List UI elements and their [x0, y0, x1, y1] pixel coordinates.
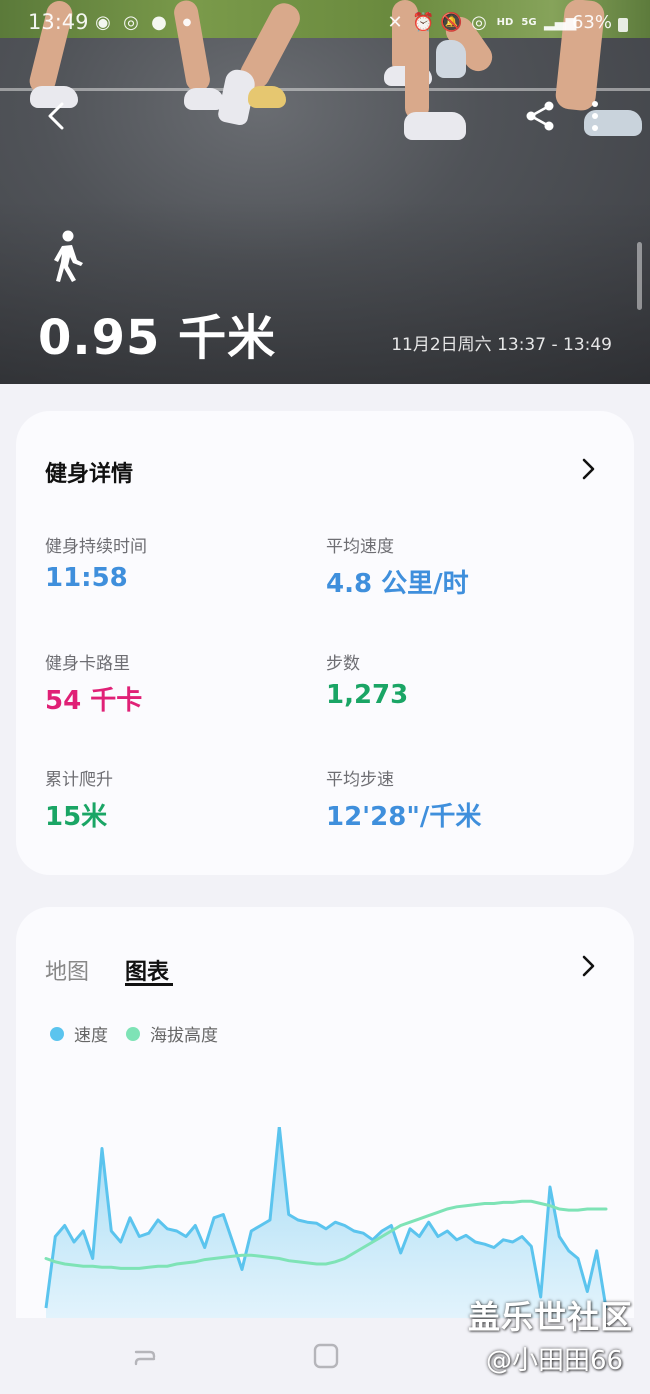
runner-shoe [404, 112, 466, 140]
battery-level: 63% [571, 12, 612, 33]
weibo-icon: ◎ [123, 12, 139, 33]
signal-icon: ▂▄▆ [543, 15, 577, 31]
legend-dot-speed [50, 1026, 64, 1041]
scroll-indicator[interactable] [637, 242, 642, 310]
steps-value: 1,273 [326, 680, 409, 710]
status-bar: 13:49 ◉ ◎ ● ● ✕ ⏰ 🔕 ◎ HD 5G ▂▄▆ 63% [0, 8, 650, 40]
elevation-gain-value: 15米 [45, 802, 108, 832]
tab-map[interactable]: 地图 [45, 954, 89, 986]
account-icon: ● [151, 12, 167, 33]
avg-speed-value: 4.8 公里/时 [326, 569, 469, 599]
duration-label: 健身持续时间 [45, 537, 147, 557]
battery-icon [618, 18, 628, 32]
watermark-author: @小田田66 [486, 1346, 624, 1376]
status-system-icons: ✕ ⏰ 🔕 ◎ HD 5G ▂▄▆ 63% [384, 12, 628, 34]
workout-time-range: 11月2日周六 13:37 - 13:49 [391, 335, 612, 355]
legend-label-elevation: 海拔高度 [150, 1026, 218, 1046]
app-notification-icon: ◉ [95, 12, 111, 33]
tab-chart[interactable]: 图表 [125, 954, 169, 986]
silent-icon: 🔕 [439, 12, 463, 33]
hero-track-line [0, 88, 650, 91]
home-icon[interactable] [312, 1342, 340, 1370]
more-options-icon[interactable] [580, 98, 610, 134]
details-title: 健身详情 [45, 462, 134, 487]
hero-banner: 13:49 ◉ ◎ ● ● ✕ ⏰ 🔕 ◎ HD 5G ▂▄▆ 63% 0.95… [0, 0, 650, 384]
dot-icon: ● [182, 17, 192, 28]
alarm-icon: ⏰ [411, 12, 435, 33]
legend-label-speed: 速度 [74, 1026, 108, 1046]
legend-item-speed: 速度 [50, 1021, 108, 1046]
runner-shoe [184, 88, 224, 110]
duration-value: 11:58 [45, 563, 128, 593]
mute-icon: ✕ [387, 12, 403, 33]
network-type: 5G [521, 17, 537, 28]
avg-pace-label: 平均步速 [326, 770, 394, 790]
runner-shoe [248, 86, 286, 108]
recent-apps-icon[interactable] [132, 1342, 160, 1370]
hd-badge: HD [496, 17, 514, 28]
workout-details-card: 健身详情 健身持续时间 11:58 平均速度 4.8 公里/时 健身卡路里 54… [16, 411, 634, 875]
elevation-gain-label: 累计爬升 [45, 770, 113, 790]
runner-shoe [436, 40, 466, 78]
watermark-community: 盖乐世社区 [468, 1298, 634, 1336]
status-time: 13:49 [28, 10, 89, 34]
distance-value: 0.95 千米 [38, 310, 277, 366]
chart-chevron-right-icon[interactable] [578, 954, 598, 978]
calories-label: 健身卡路里 [45, 654, 130, 674]
status-notification-icons: ◉ ◎ ● ● [92, 12, 198, 34]
calories-value: 54 千卡 [45, 686, 143, 716]
share-icon[interactable] [522, 98, 558, 134]
details-chevron-right-icon[interactable] [578, 457, 598, 481]
avg-speed-label: 平均速度 [326, 537, 394, 557]
legend-item-elevation: 海拔高度 [126, 1021, 218, 1046]
tab-chart-underline [125, 983, 173, 986]
steps-label: 步数 [326, 654, 360, 674]
legend-dot-elevation [126, 1026, 140, 1041]
back-button[interactable] [40, 98, 76, 134]
hotspot-icon: ◎ [471, 12, 487, 33]
walking-person-icon [54, 230, 83, 282]
avg-pace-value: 12'28"/千米 [326, 802, 482, 832]
